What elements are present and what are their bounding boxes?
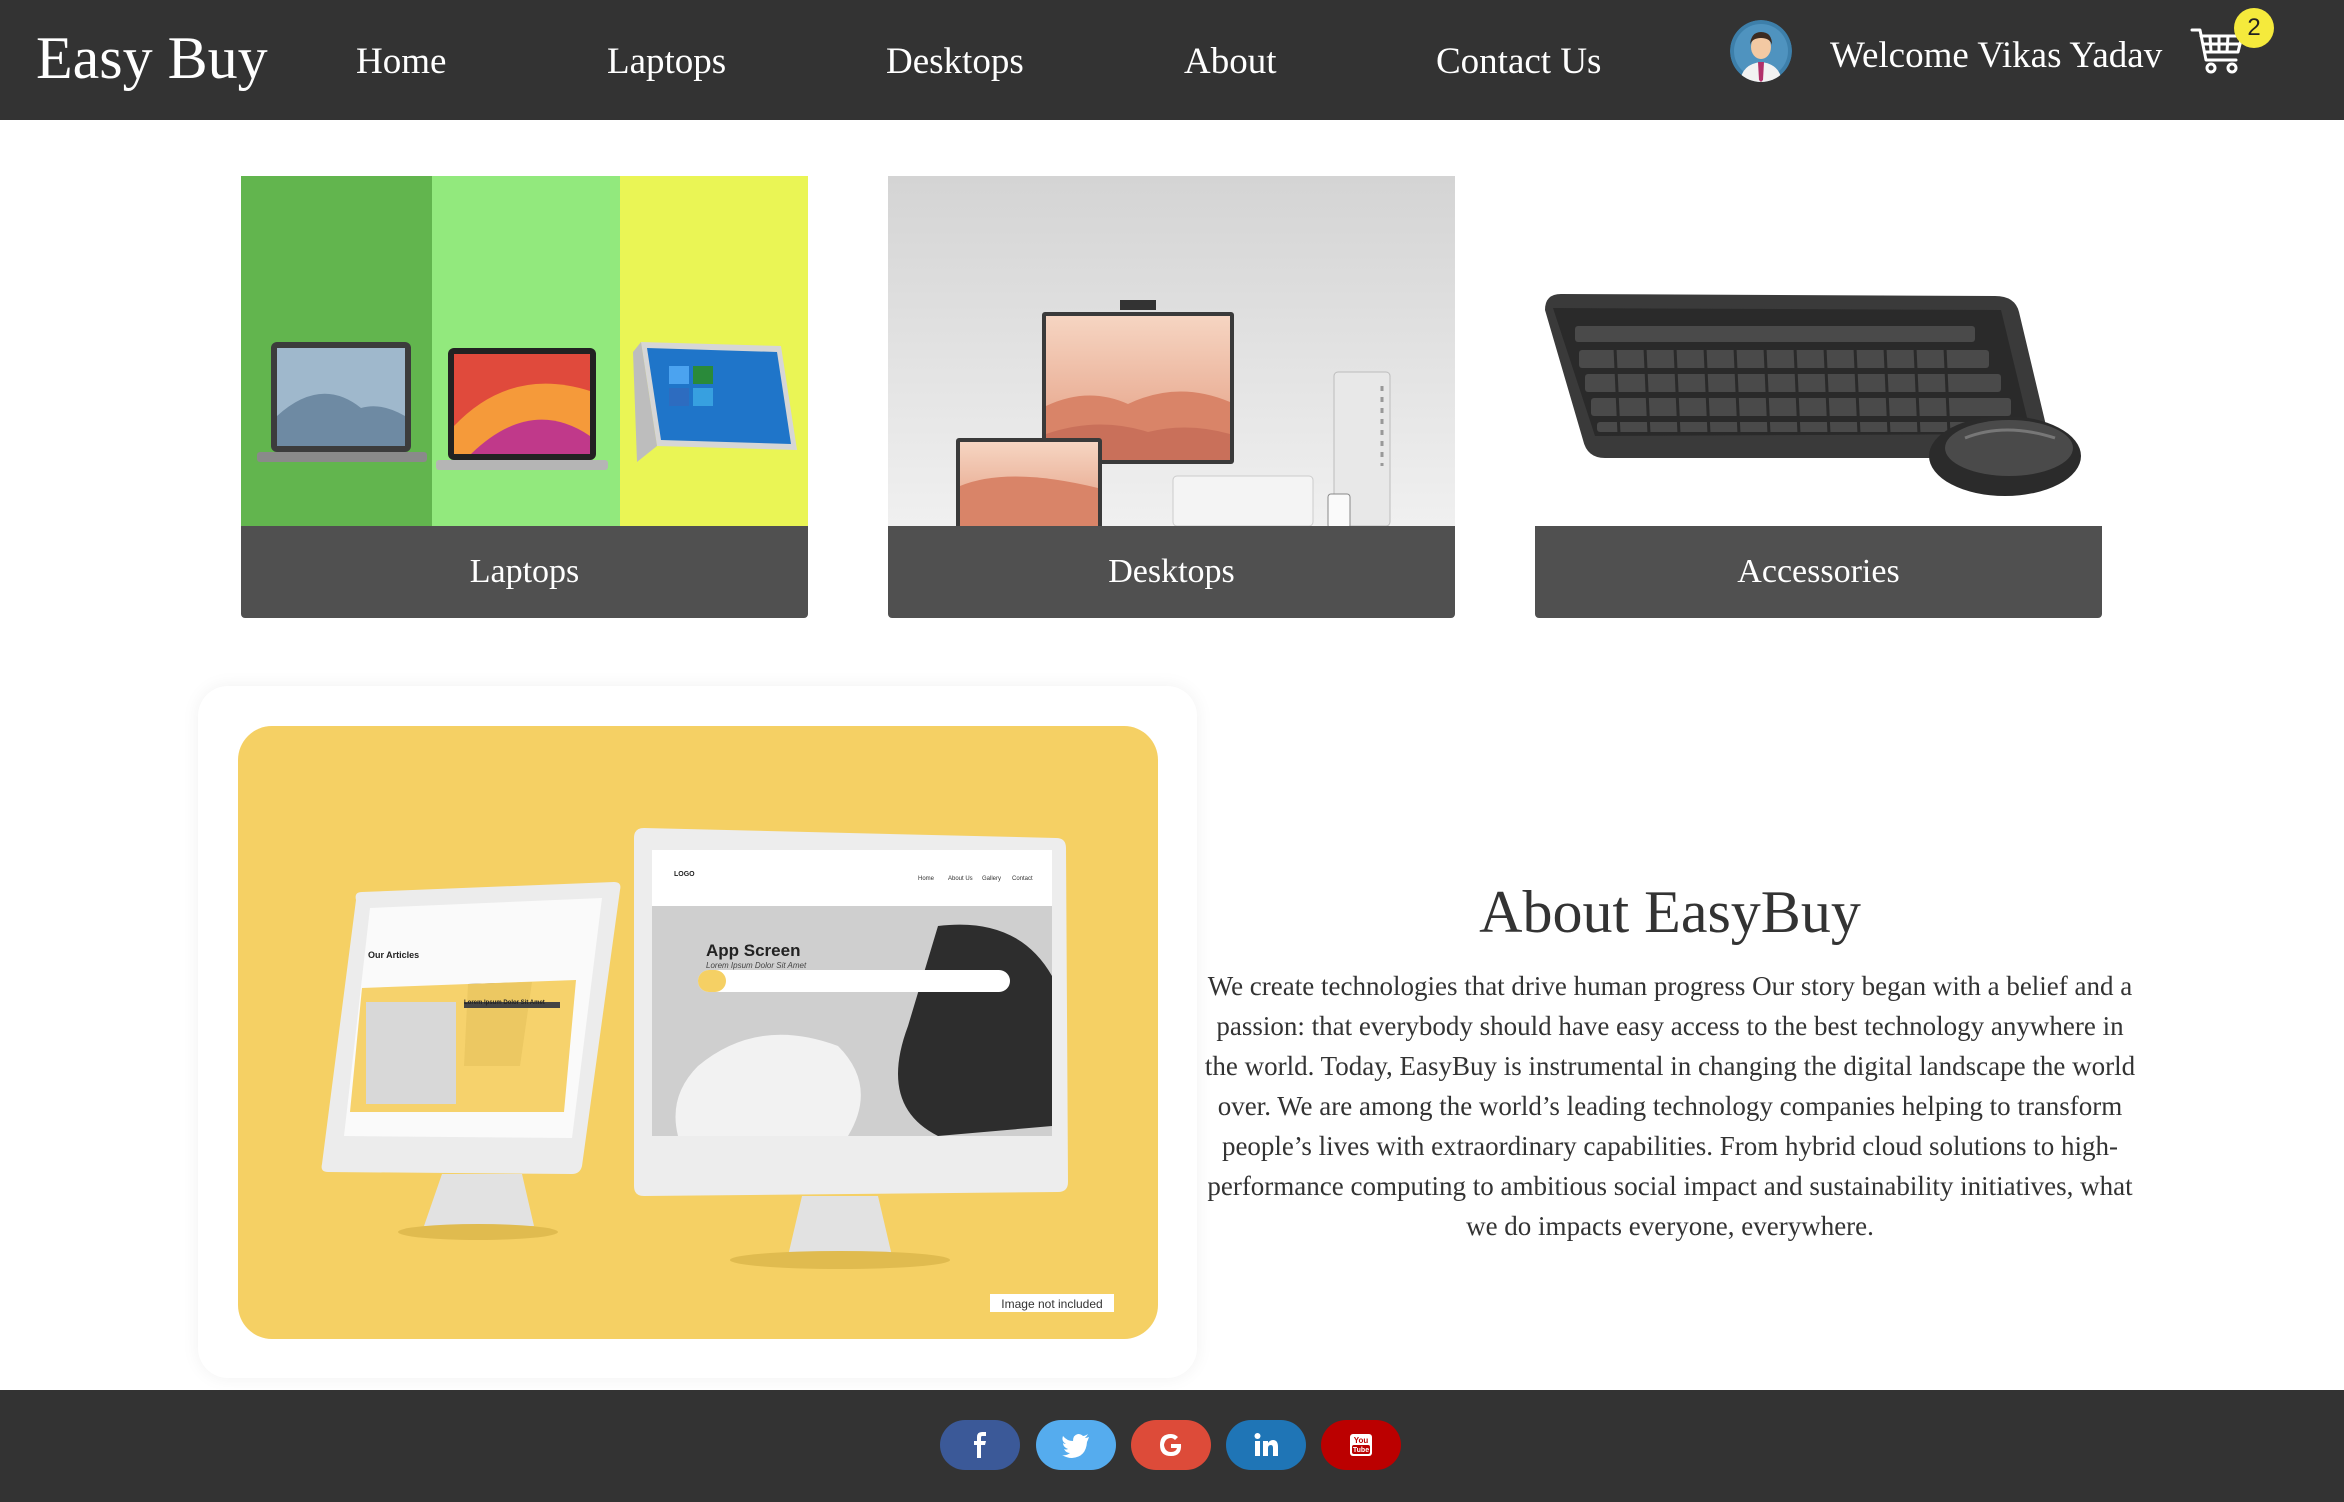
user-avatar-icon[interactable] [1730, 20, 1792, 82]
mockup-menu-gallery: Gallery [982, 876, 1001, 882]
mockup-app-title: App Screen [706, 941, 800, 960]
mockup-side-heading: Our Articles [368, 950, 419, 960]
footer: You Tube [0, 1390, 2344, 1502]
svg-text:You: You [1354, 1436, 1369, 1445]
laptops-image [241, 176, 808, 526]
about-image-frame: Image not included App Screen Lorem Ipsu… [198, 686, 1197, 1378]
google-icon[interactable] [1131, 1420, 1211, 1470]
linkedin-icon[interactable] [1226, 1420, 1306, 1470]
nav-link-laptops[interactable]: Laptops [607, 36, 726, 88]
nav-link-about[interactable]: About [1184, 36, 1277, 88]
mockup-card-title: Lorem Ipsum Dolor Sit Amet [464, 1000, 545, 1006]
category-label-laptops[interactable]: Laptops [241, 526, 808, 618]
mockup-menu-home: Home [918, 876, 935, 882]
twitter-icon[interactable] [1036, 1420, 1116, 1470]
shopping-cart-icon[interactable]: 2 [2190, 8, 2274, 84]
category-label-desktops[interactable]: Desktops [888, 526, 1455, 618]
mockup-logo: LOGO [674, 871, 695, 878]
about-mockup-image: Image not included App Screen Lorem Ipsu… [238, 726, 1158, 1339]
mockup-caption: Image not included [1001, 1297, 1102, 1311]
accessories-image [1535, 176, 2102, 526]
brand-logo[interactable]: Easy Buy [36, 22, 268, 94]
category-card-desktops[interactable]: Desktops [888, 176, 1455, 618]
mockup-app-subtitle: Lorem Ipsum Dolor Sit Amet [706, 961, 807, 970]
mockup-menu-about: About Us [948, 876, 973, 882]
cart-count-badge: 2 [2234, 8, 2274, 48]
nav-link-desktops[interactable]: Desktops [886, 36, 1024, 88]
mockup-menu-contact: Contact [1012, 876, 1033, 882]
svg-text:Tube: Tube [1353, 1447, 1369, 1454]
youtube-icon[interactable]: You Tube [1321, 1420, 1401, 1470]
nav-link-home[interactable]: Home [356, 36, 446, 88]
about-description: We create technologies that drive human … [1204, 971, 2136, 1241]
category-card-laptops[interactable]: Laptops [241, 176, 808, 618]
desktops-image [888, 176, 1455, 526]
nav-link-contact[interactable]: Contact Us [1436, 36, 1601, 88]
category-label-accessories[interactable]: Accessories [1535, 526, 2102, 618]
about-title: About EasyBuy [1479, 879, 1861, 945]
category-card-accessories[interactable]: Accessories [1535, 176, 2102, 618]
welcome-message: Welcome Vikas Yadav [1830, 35, 2163, 76]
navbar: Easy Buy Home Laptops Desktops About Con… [0, 0, 2344, 120]
facebook-icon[interactable] [940, 1420, 1020, 1470]
